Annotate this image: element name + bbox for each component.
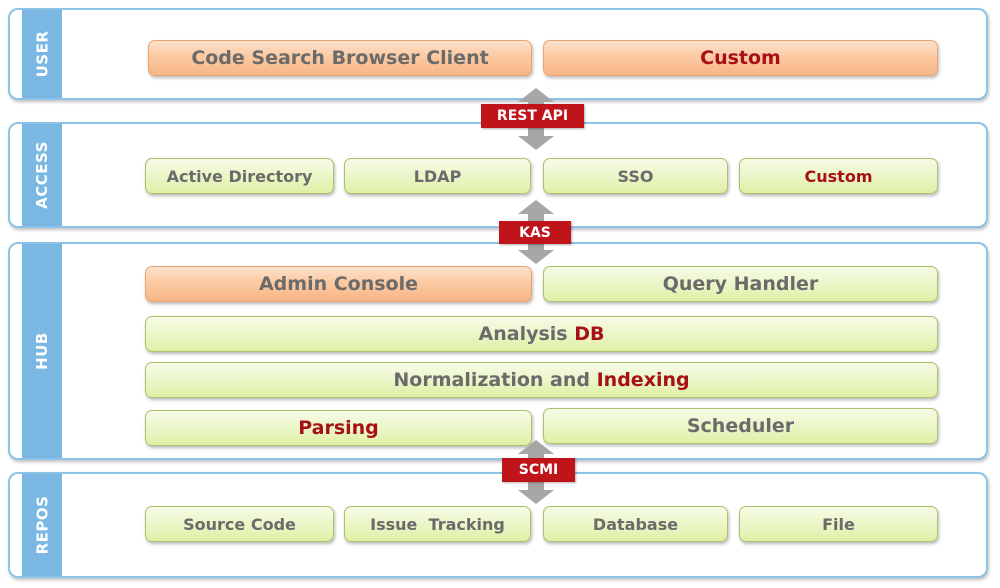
layer-repos: REPOS Source Code Issue Tracking Databas… <box>8 472 988 578</box>
admin-console-box: Admin Console <box>145 266 532 302</box>
code-search-browser-client-box: Code Search Browser Client <box>148 40 532 76</box>
kas-connector: KAS <box>499 221 571 244</box>
access-custom-box: Custom <box>739 158 938 194</box>
normalization-indexing-box: Normalization and Indexing <box>145 362 938 398</box>
sso-box: SSO <box>543 158 728 194</box>
layer-user: USER Code Search Browser Client Custom <box>8 8 988 100</box>
source-code-box: Source Code <box>145 506 334 542</box>
layer-label-repos: REPOS <box>22 474 62 576</box>
file-box: File <box>739 506 938 542</box>
issue-tracking-box: Issue Tracking <box>344 506 531 542</box>
scmi-connector: SCMI <box>502 458 575 482</box>
user-custom-box: Custom <box>543 40 938 76</box>
database-box: Database <box>543 506 728 542</box>
layer-hub: HUB Admin Console Query Handler Analysis… <box>8 242 988 460</box>
layer-label-hub: HUB <box>22 244 62 458</box>
scheduler-box: Scheduler <box>543 408 938 444</box>
active-directory-box: Active Directory <box>145 158 334 194</box>
layer-label-user: USER <box>22 10 62 98</box>
layer-label-access: ACCESS <box>22 124 62 226</box>
ldap-box: LDAP <box>344 158 531 194</box>
analysis-db-box: Analysis DB <box>145 316 938 352</box>
layer-access: ACCESS Active Directory LDAP SSO Custom <box>8 122 988 228</box>
parsing-box: Parsing <box>145 410 532 446</box>
rest-api-connector: REST API <box>481 104 584 128</box>
query-handler-box: Query Handler <box>543 266 938 302</box>
